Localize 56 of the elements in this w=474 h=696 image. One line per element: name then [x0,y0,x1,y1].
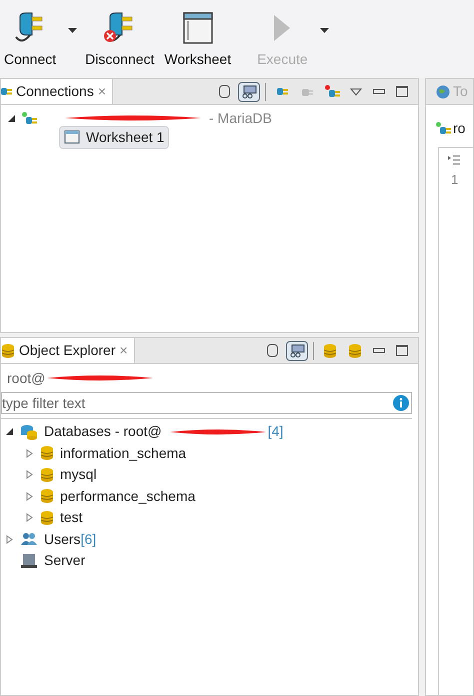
minimize-icon[interactable] [373,89,385,94]
collapsed-arrow-icon[interactable] [25,470,34,480]
view-menu-icon[interactable] [350,88,362,96]
maximize-icon[interactable] [396,86,408,97]
toolbar-button[interactable]: Worksheet [162,11,234,70]
count-label: [4] [268,422,284,442]
tree-item-label[interactable]: Databases - root@ [44,421,162,442]
server-icon [20,552,38,569]
tree-item-label[interactable]: test [60,507,83,528]
maximize-icon[interactable] [396,345,408,356]
collapsed-arrow-icon[interactable] [5,534,14,544]
connection-label[interactable]: - MariaDB [209,108,272,128]
globe-icon [436,84,450,98]
tree-item-label[interactable]: information_schema [60,442,186,464]
close-icon[interactable]: × [119,340,128,361]
toolbar-button[interactable]: Connect [2,11,58,70]
info-icon[interactable] [393,395,409,411]
outline-icon [447,154,461,166]
database-icon [40,445,54,462]
connection-label: ro [453,118,466,138]
panel-tab[interactable]: Connections × [1,79,114,104]
database-icon [40,510,54,526]
panel-tab[interactable]: Object Explorer × [1,338,135,363]
dropdown-caret-icon[interactable] [68,28,78,34]
link-icon[interactable] [286,340,308,360]
database-icon [1,342,15,358]
close-icon[interactable]: × [98,81,106,102]
users-icon [20,531,38,548]
sql-sheet-icon [64,130,80,144]
minimize-icon[interactable] [373,348,385,353]
tree-item[interactable]: Worksheet 1 [59,126,170,148]
database-icon [40,488,54,504]
toolbar-button[interactable]: Disconnect [83,11,156,70]
expanded-arrow-icon[interactable] [5,427,14,436]
collapsed-arrow-icon[interactable] [25,513,34,522]
tree-item-label[interactable]: performance_schema [60,486,196,507]
collapsed-arrow-icon[interactable] [25,448,34,458]
count-label: [6] [80,530,96,549]
connection-icon [436,122,451,134]
database-icon [323,342,337,358]
sql-sheet-icon [182,11,214,45]
line-number: 1 [451,171,460,189]
filter-field[interactable]: type filter text [1,392,412,414]
plug-icon [276,88,288,95]
database-icon [40,466,54,483]
connections-icon [1,88,12,95]
tree-item-label[interactable]: Users [44,528,81,550]
expanded-arrow-icon[interactable] [7,114,16,122]
database-icon [348,342,362,358]
tree-item-label[interactable]: mysql [60,464,97,486]
collapsed-arrow-icon[interactable] [25,492,34,501]
databases-icon [20,424,38,440]
connection-label: root@ [7,368,46,388]
tree-item-label[interactable]: Server [44,550,86,572]
link-icon[interactable] [238,82,260,102]
connection-icon [22,112,37,124]
